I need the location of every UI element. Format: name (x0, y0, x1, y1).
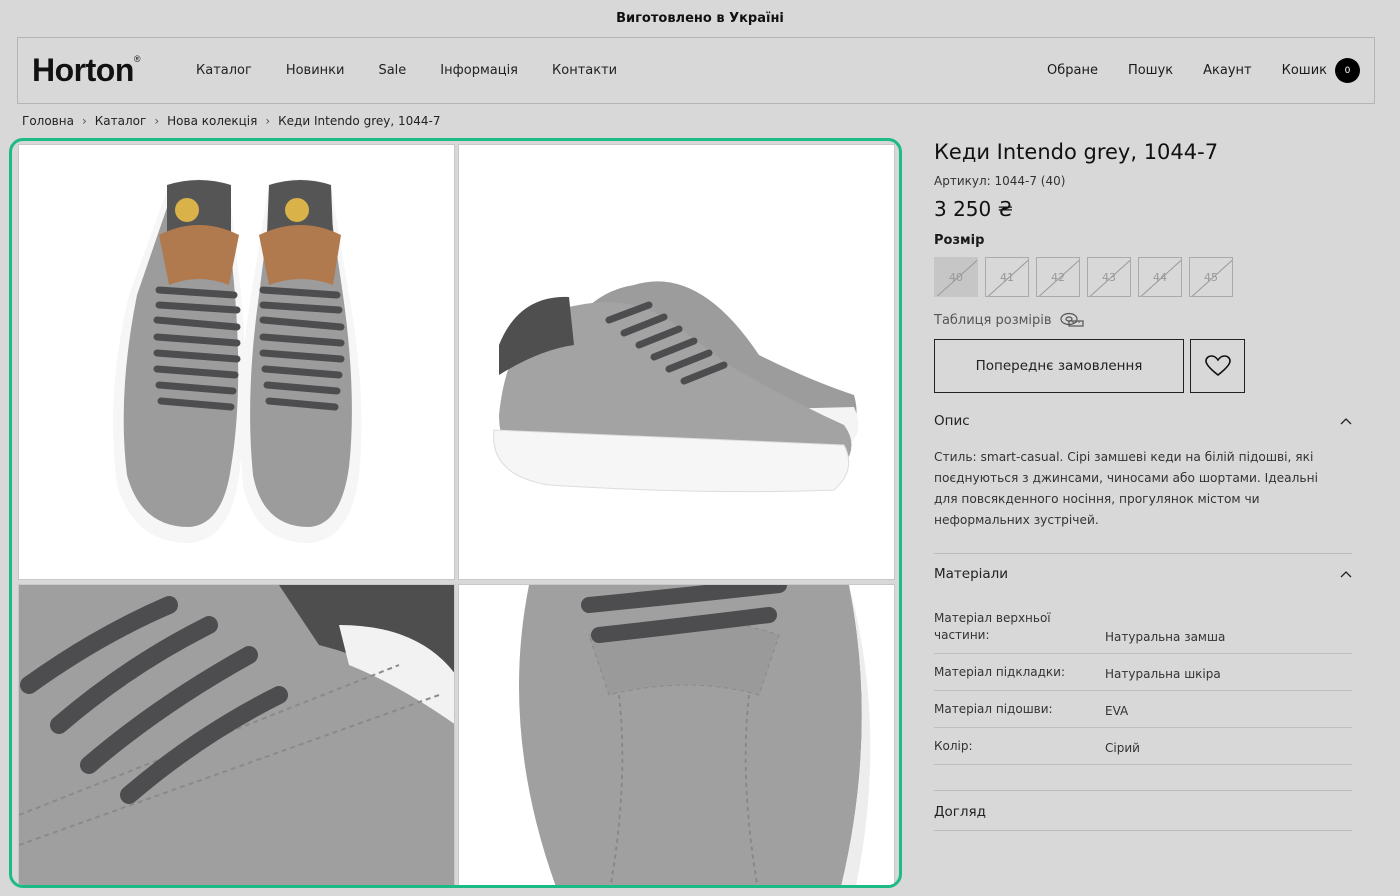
shoe-right-top-view (240, 179, 362, 543)
account-link[interactable]: Акаунт (1203, 63, 1251, 78)
table-row: Матеріал підошви: EVA (934, 691, 1352, 728)
description-accordion-header[interactable]: Опис (934, 413, 1352, 429)
horton-logo[interactable]: Horton® (32, 52, 141, 89)
gallery-image-laces-closeup[interactable] (18, 584, 455, 885)
product-gallery (9, 138, 902, 888)
size-option-40[interactable]: 40 (934, 257, 978, 297)
product-description: Стиль: smart-casual. Сірі замшеві кеди н… (934, 450, 1318, 527)
product-title: Кеди Intendo grey, 1044-7 (934, 140, 1219, 164)
product-sku: Артикул: 1044-7 (40) (934, 174, 1066, 188)
nav-info[interactable]: Інформація (440, 63, 518, 78)
description-title: Опис (934, 413, 970, 429)
material-key: Колір: (934, 739, 973, 753)
preorder-button[interactable]: Попереднє замовлення (934, 339, 1184, 393)
announcement-text: Виготовлено в Україні (616, 10, 784, 26)
care-accordion-header[interactable]: Догляд (934, 790, 1352, 831)
material-key: Матеріал підошви: (934, 702, 1053, 716)
measuring-tape-icon (1059, 312, 1084, 327)
shoe-left-top-view (113, 179, 246, 543)
nav-contacts[interactable]: Контакти (552, 63, 617, 78)
size-label: Розмір (934, 233, 985, 248)
material-value: EVA (1105, 704, 1129, 718)
purchase-actions: Попереднє замовлення (934, 339, 1352, 393)
crumb-new-collection[interactable]: Нова колекція (167, 114, 257, 128)
product-info: Кеди Intendo grey, 1044-7 Артикул: 1044-… (934, 138, 1352, 831)
nav-new[interactable]: Новинки (286, 63, 345, 78)
gallery-image-side-view[interactable] (458, 144, 895, 580)
care-title: Догляд (934, 804, 986, 820)
size-option-45[interactable]: 45 (1189, 257, 1233, 297)
gallery-image-toe-closeup[interactable] (458, 584, 895, 885)
chevron-up-icon (1340, 418, 1352, 425)
search-link[interactable]: Пошук (1128, 63, 1173, 78)
size-table-label: Таблиця розмірів (934, 312, 1052, 328)
heart-icon (1204, 355, 1231, 377)
size-option-42[interactable]: 42 (1036, 257, 1080, 297)
site-header: Horton® Каталог Новинки Sale Інформація … (17, 37, 1375, 104)
materials-title: Матеріали (934, 566, 1009, 582)
material-value: Натуральна шкіра (1105, 667, 1221, 681)
table-row: Матеріал підкладки: Натуральна шкіра (934, 654, 1352, 691)
favorites-link[interactable]: Обране (1047, 63, 1098, 78)
main-nav: Каталог Новинки Sale Інформація Контакти (196, 38, 617, 103)
product-price: 3 250 ₴ (934, 197, 1014, 221)
materials-table: Матеріал верхньої частини: Натуральна за… (934, 600, 1352, 765)
announcement-bar: Виготовлено в Україні (0, 0, 1400, 36)
material-value: Натуральна замша (1105, 630, 1226, 644)
nav-sale[interactable]: Sale (378, 63, 406, 78)
nav-catalog[interactable]: Каталог (196, 63, 252, 78)
size-option-41[interactable]: 41 (985, 257, 1029, 297)
crumb-current: Кеди Intendo grey, 1044-7 (278, 114, 441, 128)
chevron-up-icon (1340, 571, 1352, 578)
size-option-43[interactable]: 43 (1087, 257, 1131, 297)
cart-count-badge: 0 (1335, 58, 1360, 83)
cart-label: Кошик (1281, 63, 1327, 78)
material-value: Сірий (1105, 741, 1140, 755)
header-actions: Обране Пошук Акаунт Кошик 0 (1047, 38, 1360, 103)
gallery-image-top-view[interactable] (18, 144, 455, 580)
wishlist-button[interactable] (1190, 339, 1245, 393)
materials-accordion-header[interactable]: Матеріали (934, 553, 1352, 582)
size-table-link[interactable]: Таблиця розмірів (934, 312, 1352, 328)
cart-link[interactable]: Кошик 0 (1282, 58, 1360, 83)
breadcrumb: Головна › Каталог › Нова колекція › Кеди… (22, 114, 441, 128)
table-row: Матеріал верхньої частини: Натуральна за… (934, 600, 1352, 654)
size-selector: 40 41 42 43 44 45 (934, 257, 1352, 297)
size-option-44[interactable]: 44 (1138, 257, 1182, 297)
crumb-catalog[interactable]: Каталог (95, 114, 147, 128)
crumb-home[interactable]: Головна (22, 114, 74, 128)
material-key: Матеріал верхньої частини: (934, 611, 1051, 642)
material-key: Матеріал підкладки: (934, 665, 1066, 679)
table-row: Колір: Сірий (934, 728, 1352, 765)
